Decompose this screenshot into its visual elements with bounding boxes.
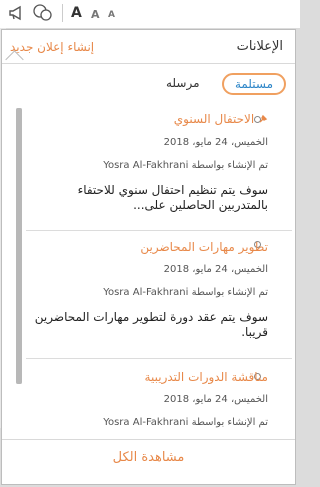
announcements-list: الاحتفال السنوي الخميس، 24 مايو، 2018 تم… (2, 106, 295, 436)
item-divider (26, 358, 292, 359)
font-size-small-button[interactable]: A (108, 10, 115, 20)
announcement-body: سوف يتم تنظيم احتفال سنوي للاحتفاء بالمت… (77, 182, 268, 212)
announcement-body: سوف يتم عقد دورة لتطوير مهارات المحاضرين… (34, 310, 268, 339)
announcement-date: الخميس، 24 مايو، 2018 (163, 264, 268, 275)
panel-title: الإعلانات (236, 39, 283, 54)
announcement-author: تم الإنشاء بواسطة Yosra Al-Fakhrani (103, 159, 268, 171)
tab-received[interactable]: مستلمة (222, 73, 286, 95)
footer-divider (2, 439, 295, 440)
item-divider (26, 230, 292, 231)
create-announcement-link[interactable]: إنشاء إعلان جديد (10, 40, 94, 54)
announcement-title[interactable]: مناقشة الدورات التدريبية (30, 369, 268, 385)
announcement-author: تم الإنشاء بواسطة Yosra Al-Fakhrani (103, 287, 268, 298)
tab-sent[interactable]: مرسله (166, 76, 200, 90)
announcement-author: تم الإنشاء بواسطة Yosra Al-Fakhrani (103, 417, 268, 428)
announcement-title[interactable]: تطوير مهارات المحاضرين (30, 239, 268, 255)
header-divider (2, 63, 295, 64)
announcement-date: الخميس، 24 مايو، 2018 (163, 394, 268, 405)
list-item[interactable]: مناقشة الدورات التدريبية الخميس، 24 مايو… (30, 369, 268, 429)
font-size-medium-button[interactable]: A (91, 8, 100, 21)
list-item[interactable]: تطوير مهارات المحاضرين الخميس، 24 مايو، … (30, 239, 268, 340)
announcement-title-text: الاحتفال السنوي (173, 112, 255, 126)
font-size-large-button[interactable]: A (71, 5, 82, 21)
megaphone-icon[interactable] (7, 3, 27, 27)
chat-icon[interactable] (31, 3, 55, 27)
pin-icon (258, 112, 268, 128)
view-all-link[interactable]: مشاهدة الكل (2, 450, 295, 465)
top-toolbar: A A A (0, 0, 300, 28)
announcement-date: الخميس، 24 مايو، 2018 (163, 136, 268, 148)
list-item[interactable]: الاحتفال السنوي الخميس، 24 مايو، 2018 تم… (30, 111, 268, 213)
announcements-panel: الإعلانات إنشاء إعلان جديد مستلمة مرسله … (1, 29, 296, 485)
toolbar-divider (62, 4, 63, 22)
announcement-title[interactable]: الاحتفال السنوي (30, 111, 268, 128)
